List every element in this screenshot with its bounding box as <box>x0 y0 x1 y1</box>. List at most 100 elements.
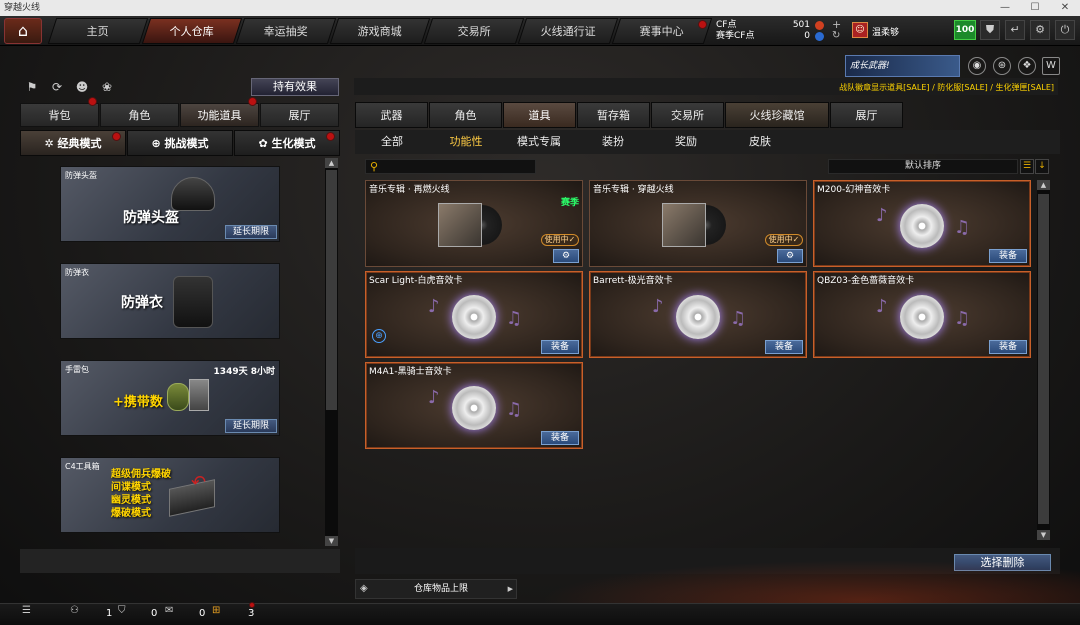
item-card[interactable]: 音乐专辑 · 穿越火线 使用中✓ ⚙ <box>589 180 807 267</box>
subtab-rewards[interactable]: 奖励 <box>649 130 723 154</box>
close-icon[interactable]: ✕ <box>1050 0 1080 16</box>
list-item-helmet[interactable]: 防弹头盔 防弹头盔 延长期限 <box>60 166 280 242</box>
tab-gallery[interactable]: 展厅 <box>260 103 339 127</box>
left-scrollbar[interactable]: ▲ ▼ <box>325 158 338 546</box>
gift-icon[interactable]: ⊞ <box>212 605 220 616</box>
capacity-button[interactable]: ◈ 仓库物品上限 ▶ <box>355 579 517 599</box>
menu-icon[interactable]: ☰ <box>22 605 31 616</box>
scroll-up-icon[interactable]: ▲ <box>1037 180 1050 190</box>
cf-labels: CF点 赛季CF点 <box>716 20 754 42</box>
extend-button[interactable]: 延长期限 <box>225 419 277 433</box>
music-note-icon: ♪ <box>428 296 440 317</box>
shield-icon[interactable]: ⛉ <box>118 605 126 616</box>
gear-icon[interactable]: ⚙ <box>1030 20 1050 40</box>
subtab-mode-exclusive[interactable]: 模式专属 <box>502 130 576 154</box>
level-badge[interactable]: 100 <box>954 20 976 40</box>
home-icon: ⌂ <box>17 21 29 40</box>
equip-button[interactable]: 装备 <box>541 431 579 445</box>
item-card[interactable]: QBZ03-金色蔷薇音效卡 ♪ ♫ 装备 <box>813 271 1031 358</box>
return-icon[interactable]: ↵ <box>1005 20 1025 40</box>
tab-showroom[interactable]: 展厅 <box>830 102 903 128</box>
nav-tab-events[interactable]: 赛事中心 <box>611 18 713 44</box>
right-scrollbar[interactable]: ▲ ▼ <box>1037 180 1050 540</box>
scroll-down-icon[interactable]: ▼ <box>325 536 338 546</box>
friends-icon[interactable]: ⚇ <box>70 605 79 616</box>
music-note-icon: ♪ <box>876 296 888 317</box>
friends-count: 1 <box>106 608 113 619</box>
swap-icon[interactable]: ⟳ <box>50 80 64 94</box>
target-icon[interactable]: ⊛ <box>993 57 1011 75</box>
disc-icon <box>900 294 944 339</box>
tab-character[interactable]: 角色 <box>100 103 179 127</box>
equip-button[interactable]: 装备 <box>989 340 1027 354</box>
item-card[interactable]: 音乐专辑 · 再燃火线 赛季 使用中✓ ⚙ <box>365 180 583 267</box>
avatar[interactable]: ☺ <box>852 22 868 38</box>
item-card[interactable]: M4A1-黑骑士音效卡 ♪ ♫ 装备 <box>365 362 583 449</box>
growth-weapon-banner[interactable]: 成长武器! <box>845 55 960 77</box>
item-card[interactable]: M200-幻神音效卡 ♪ ♫ 装备 <box>813 180 1031 267</box>
nav-tab-shop[interactable]: 游戏商城 <box>329 18 431 44</box>
equip-button[interactable]: 装备 <box>541 340 579 354</box>
tab-backpack[interactable]: 背包 <box>20 103 99 127</box>
item-card[interactable]: Scar Light-白虎音效卡 ♪ ♫ ⊕ 装备 <box>365 271 583 358</box>
mode-zombie-badge <box>326 132 335 141</box>
item-card[interactable]: Barrett-极光音效卡 ♪ ♫ 装备 <box>589 271 807 358</box>
character-icon[interactable]: ☻ <box>75 80 89 94</box>
refresh-icon[interactable]: ↻ <box>832 30 840 41</box>
scroll-down-icon[interactable]: ▼ <box>1037 530 1050 540</box>
list-item-c4-toolbox[interactable]: C4工具箱 超级佣兵爆破 间谍模式 幽灵模式 爆破模式 ↶ <box>60 457 280 533</box>
tab-functional-items[interactable]: 功能道具 <box>180 103 259 127</box>
mode-zombie[interactable]: ✿ 生化模式 <box>234 130 340 156</box>
disc-icon <box>452 294 496 339</box>
settings-button[interactable]: ⚙ <box>777 249 803 263</box>
rank-icon[interactable]: ⛊ <box>980 20 1000 40</box>
list-item-armor[interactable]: 防弹衣 防弹衣 <box>60 263 280 339</box>
badge-icon[interactable]: ◉ <box>968 57 986 75</box>
tab-exchange[interactable]: 交易所 <box>651 102 724 128</box>
list-item-grenade-pack[interactable]: 手雷包 1349天 8小时 +携带数 延长期限 <box>60 360 280 436</box>
chat-icon[interactable]: ✉ <box>165 605 173 616</box>
mode-challenge[interactable]: ⊕ 挑战模式 <box>127 130 233 156</box>
left-scroll-thumb[interactable] <box>326 170 337 410</box>
nav-tab-battle-pass[interactable]: 火线通行证 <box>517 18 619 44</box>
home-button[interactable]: ⌂ <box>4 18 42 44</box>
equip-button[interactable]: 装备 <box>989 249 1027 263</box>
subtab-all[interactable]: 全部 <box>355 130 429 154</box>
maximize-icon[interactable]: ☐ <box>1020 0 1050 16</box>
left-item-list: 防弹头盔 防弹头盔 延长期限 防弹衣 防弹衣 手雷包 1349天 8小时 +携带… <box>20 158 325 546</box>
tab-storage[interactable]: 暂存箱 <box>577 102 650 128</box>
sort-dropdown[interactable]: 默认排序 <box>828 159 1018 174</box>
nav-tab-lottery[interactable]: 幸运抽奖 <box>235 18 337 44</box>
settings-button[interactable]: ⚙ <box>553 249 579 263</box>
subtab-dressup[interactable]: 装扮 <box>576 130 650 154</box>
list-view-icon[interactable]: ☰ <box>1020 159 1034 174</box>
bag-icon[interactable]: ❀ <box>100 80 114 94</box>
sub-tabs: 全部 功能性 模式专属 装扮 奖励 皮肤 <box>355 130 1060 154</box>
minimize-icon[interactable]: — <box>990 0 1020 16</box>
tab-roles[interactable]: 角色 <box>429 102 502 128</box>
gift-count: 3 <box>248 608 255 619</box>
tab-weapons[interactable]: 武器 <box>355 102 428 128</box>
ranking-icon[interactable]: ⚑ <box>25 80 39 94</box>
tab-backpack-badge <box>88 97 97 106</box>
promo-text[interactable]: 战队徽章显示道具[SALE] / 防化服[SALE] / 生化弹匣[SALE] <box>839 82 1054 93</box>
tab-collection[interactable]: 火线珍藏馆 <box>725 102 829 128</box>
scroll-up-icon[interactable]: ▲ <box>325 158 338 168</box>
w-icon[interactable]: W <box>1042 57 1060 75</box>
equip-button[interactable]: 装备 <box>765 340 803 354</box>
hold-effect-button[interactable]: 持有效果 <box>251 78 339 96</box>
nav-tab-exchange[interactable]: 交易所 <box>423 18 525 44</box>
search-input[interactable]: ⚲ <box>365 159 536 174</box>
nav-tab-warehouse[interactable]: 个人仓库 <box>141 18 243 44</box>
music-note-icon: ♪ <box>428 387 440 408</box>
subtab-functional[interactable]: 功能性 <box>429 130 503 154</box>
right-scroll-thumb[interactable] <box>1038 194 1049 524</box>
sort-order-icon[interactable]: ↓ <box>1035 159 1049 174</box>
nav-tab-home[interactable]: 主页 <box>47 18 149 44</box>
power-icon[interactable]: ⏻ <box>1055 20 1075 40</box>
wolf-icon[interactable]: ❖ <box>1018 57 1036 75</box>
subtab-skins[interactable]: 皮肤 <box>723 130 797 154</box>
tab-items[interactable]: 道具 <box>503 102 576 128</box>
extend-button[interactable]: 延长期限 <box>225 225 277 239</box>
mode-classic[interactable]: ✲ 经典模式 <box>20 130 126 156</box>
